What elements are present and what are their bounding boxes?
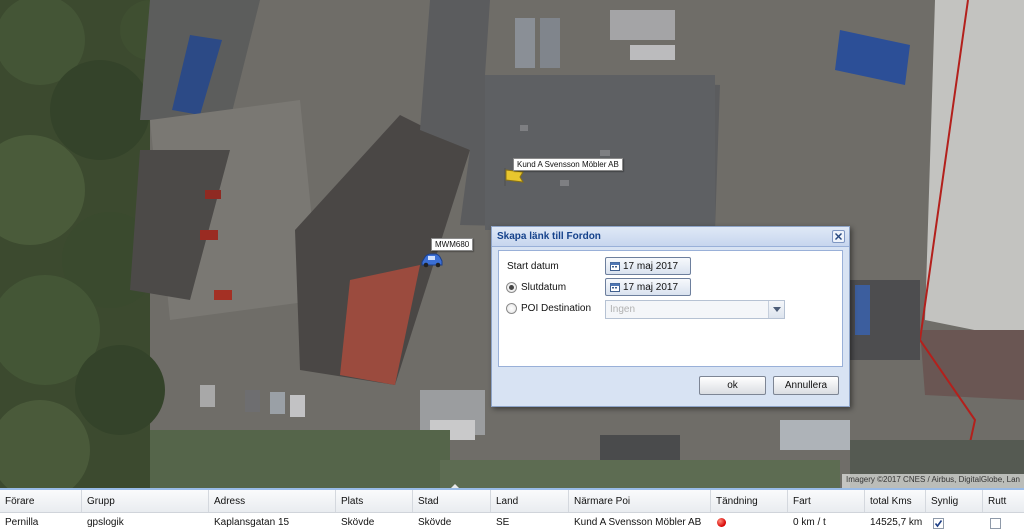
cell-stad: Skövde [418,517,452,528]
poi-destination-label: POI Destination [521,303,592,314]
ok-button[interactable]: ok [699,376,766,395]
vehicle-label[interactable]: MWM680 [431,238,474,251]
column-header-adress[interactable]: Adress [209,490,336,512]
dropdown-button[interactable] [768,301,784,318]
poi-destination-row: POI Destination Ingen [499,299,842,319]
column-header-tandning[interactable]: Tändning [711,490,788,512]
column-header-land[interactable]: Land [491,490,569,512]
end-date-label: Slutdatum [521,282,567,293]
rutt-checkbox[interactable] [990,518,1001,529]
poi-destination-select[interactable]: Ingen [605,300,785,319]
column-header-synlig[interactable]: Synlig [926,490,983,512]
table-row[interactable]: Pernilla gpslogik Kaplansgatan 15 Skövde… [0,513,1024,530]
column-header-grupp[interactable]: Grupp [82,490,209,512]
vehicle-grid: Förare Grupp Adress Plats Stad Land Närm… [0,488,1024,530]
column-header-plats[interactable]: Plats [336,490,413,512]
cell-plats: Skövde [341,517,375,528]
car-icon[interactable] [420,253,444,268]
end-date-value: 17 maj 2017 [623,282,679,293]
map-attribution: Imagery ©2017 CNES / Airbus, DigitalGlob… [842,474,1024,488]
chevron-down-icon [773,307,781,312]
poi-label[interactable]: Kund A Svensson Möbler AB [513,158,623,171]
column-header-fart[interactable]: Fart [788,490,865,512]
column-header-forare[interactable]: Förare [0,490,82,512]
column-header-rutt[interactable]: Rutt [983,490,1024,512]
ignition-status-icon [717,518,726,527]
create-link-dialog: Skapa länk till Fordon Start datum 17 ma… [491,226,850,407]
cell-adress: Kaplansgatan 15 [214,517,290,528]
cell-total-kms: 14525,7 km [870,517,923,528]
grid-header: Förare Grupp Adress Plats Stad Land Närm… [0,490,1024,513]
start-date-picker[interactable]: 17 maj 2017 [605,257,691,275]
start-date-value: 17 maj 2017 [623,261,679,272]
dialog-header[interactable]: Skapa länk till Fordon [492,227,849,247]
end-date-row: Slutdatum 17 maj 2017 [499,278,842,298]
cancel-button[interactable]: Annullera [773,376,839,395]
cell-land: SE [496,517,510,528]
close-icon [835,233,842,240]
cell-forare: Pernilla [5,517,39,528]
calendar-icon [610,262,620,271]
column-header-stad[interactable]: Stad [413,490,491,512]
start-date-row: Start datum 17 maj 2017 [499,257,842,277]
dialog-body: Start datum 17 maj 2017 Slutdatum 17 maj… [498,250,843,367]
synlig-checkbox[interactable] [933,518,944,529]
dialog-title: Skapa länk till Fordon [497,231,601,242]
end-date-radio[interactable] [506,282,517,293]
poi-destination-radio[interactable] [506,303,517,314]
cell-narmare-poi: Kund A Svensson Möbler AB [574,517,702,528]
start-date-label: Start datum [507,261,559,272]
column-header-total-kms[interactable]: total Kms [865,490,926,512]
poi-destination-value: Ingen [610,304,636,315]
checkmark-icon [934,520,943,528]
column-header-narmare-poi[interactable]: Närmare Poi [569,490,711,512]
close-button[interactable] [832,230,845,243]
cell-fart: 0 km / t [793,517,826,528]
end-date-picker[interactable]: 17 maj 2017 [605,278,691,296]
cell-grupp: gpslogik [87,517,124,528]
calendar-icon [610,283,620,292]
